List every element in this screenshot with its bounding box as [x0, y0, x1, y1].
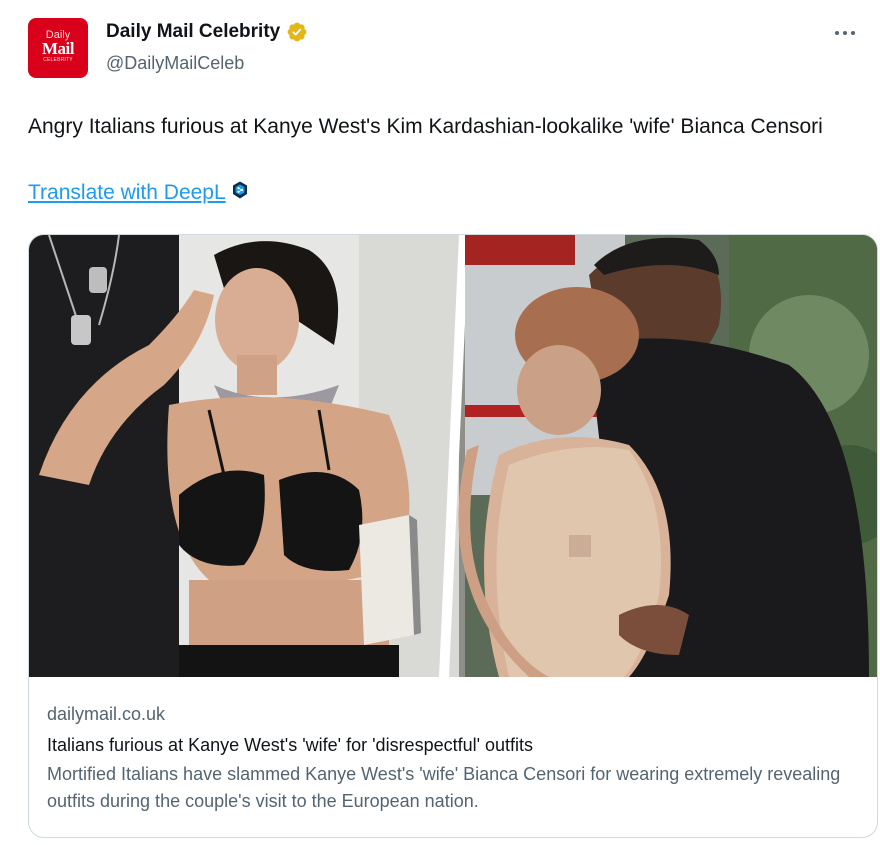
avatar-line-mail: Mail: [42, 39, 75, 58]
verified-badge-icon[interactable]: [286, 21, 308, 43]
more-options-button[interactable]: [828, 16, 862, 50]
author-name-row: Daily Mail Celebrity: [106, 21, 308, 43]
tweet-text: Angry Italians furious at Kanye West's K…: [28, 115, 823, 138]
card-media-image[interactable]: [29, 235, 877, 677]
avatar-line-celebrity: CELEBRITY: [43, 57, 73, 63]
tweet: Daily Mail CELEBRITY Daily Mail Celebrit…: [0, 0, 880, 845]
author-display-name[interactable]: Daily Mail Celebrity: [106, 21, 280, 43]
link-card[interactable]: dailymail.co.uk Italians furious at Kany…: [28, 234, 878, 838]
author-avatar[interactable]: Daily Mail CELEBRITY: [28, 18, 88, 78]
card-description: Mortified Italians have slammed Kanye We…: [47, 764, 841, 811]
card-title: Italians furious at Kanye West's 'wife' …: [47, 735, 534, 755]
more-options-icon: [835, 31, 855, 35]
author-handle[interactable]: @DailyMailCeleb: [106, 53, 244, 74]
translate-link[interactable]: Translate with DeepL: [28, 181, 226, 205]
translate-row: Translate with DeepL: [28, 181, 248, 205]
deepl-icon[interactable]: [232, 181, 248, 199]
card-meta: dailymail.co.uk Italians furious at Kany…: [47, 693, 867, 815]
card-domain: dailymail.co.uk: [47, 704, 166, 724]
